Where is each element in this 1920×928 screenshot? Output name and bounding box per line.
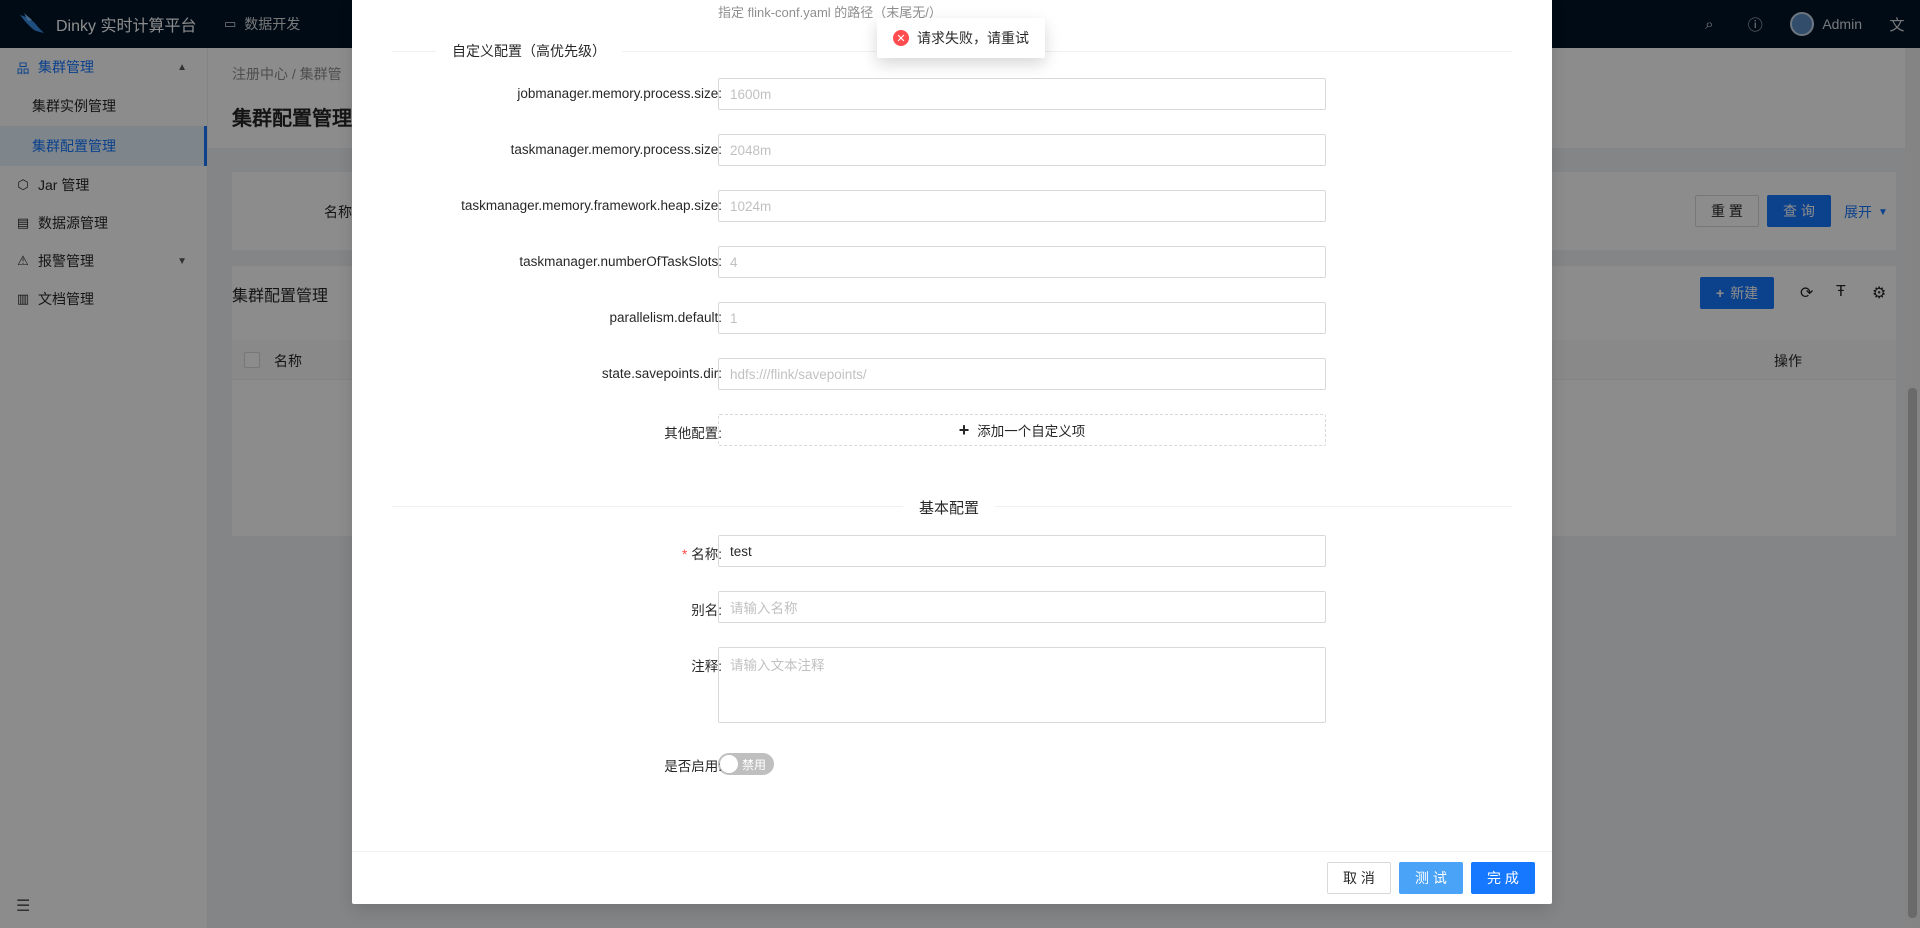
custom-config-section-title: 自定义配置（高优先级） [436,41,622,61]
add-custom-item-label: 添加一个自定义项 [977,424,1086,439]
name-label: * 名称: [682,543,722,563]
error-toast: ✕ 请求失败，请重试 [877,18,1045,58]
plus-icon: + [958,420,970,440]
basic-config-section-title: 基本配置 [903,497,996,518]
taskmanager-heap-label: taskmanager.memory.framework.heap.size: [461,198,722,213]
savepoints-dir-label: state.savepoints.dir: [601,366,722,381]
note-textarea[interactable]: 请输入文本注释 [718,647,1326,723]
parallelism-input[interactable]: 1 [718,302,1326,334]
switch-knob [720,755,738,773]
cancel-button[interactable]: 取 消 [1327,862,1391,894]
task-slots-input[interactable]: 4 [718,246,1326,278]
modal-footer: 取 消 测 试 完 成 [352,851,1552,904]
task-slots-label: taskmanager.numberOfTaskSlots: [519,254,722,269]
other-config-label: 其他配置: [664,426,722,441]
modal-body: 指定 flink-conf.yaml 的路径（末尾无/） 自定义配置（高优先级）… [352,0,1552,851]
enabled-label: 是否启用: [664,759,722,774]
taskmanager-memory-input[interactable]: 2048m [718,134,1326,166]
taskmanager-heap-input[interactable]: 1024m [718,190,1326,222]
done-button[interactable]: 完 成 [1471,862,1535,894]
add-custom-item-button[interactable]: + 添加一个自定义项 [718,414,1326,446]
jobmanager-memory-label: jobmanager.memory.process.size: [517,86,722,101]
name-input[interactable]: test [718,535,1326,567]
required-mark: * [681,547,688,562]
parallelism-label: parallelism.default: [609,310,722,325]
alias-input[interactable]: 请输入名称 [718,591,1326,623]
jobmanager-memory-input[interactable]: 1600m [718,78,1326,110]
savepoints-dir-input[interactable]: hdfs:///flink/savepoints/ [718,358,1326,390]
test-button[interactable]: 测 试 [1399,862,1463,894]
cluster-config-modal: 指定 flink-conf.yaml 的路径（末尾无/） 自定义配置（高优先级）… [352,0,1552,904]
switch-state-text: 禁用 [742,758,767,772]
close-circle-icon: ✕ [893,30,909,46]
toast-message: 请求失败，请重试 [917,30,1029,46]
taskmanager-memory-label: taskmanager.memory.process.size: [510,142,722,157]
enabled-switch[interactable]: 禁用 [718,753,774,775]
